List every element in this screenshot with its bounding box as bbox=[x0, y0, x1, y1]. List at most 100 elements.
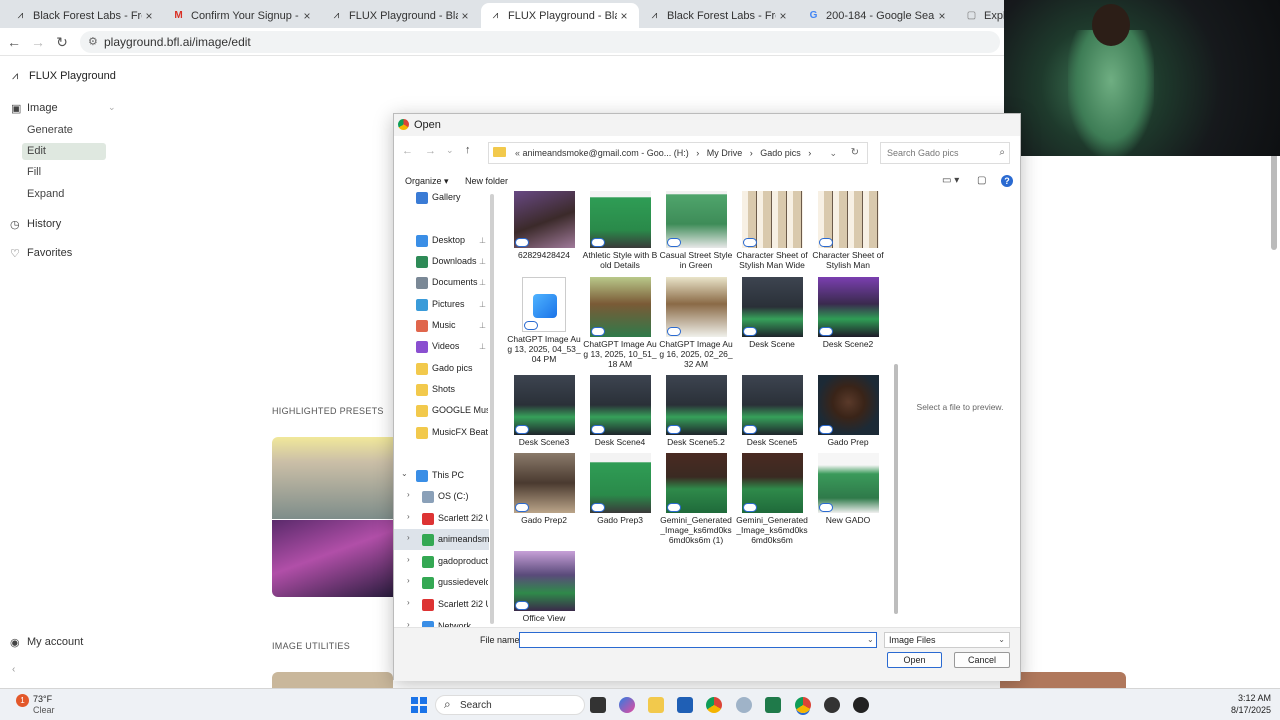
nav-item-shots[interactable]: Shots bbox=[416, 379, 488, 400]
nav-tree-item-gussiedevelop[interactable]: gussiedevelop bbox=[422, 572, 488, 593]
address-bar[interactable]: ⚙ playground.bfl.ai/image/edit bbox=[80, 31, 1000, 53]
forward-icon[interactable]: → bbox=[425, 145, 436, 157]
chrome-active-icon[interactable] bbox=[795, 697, 811, 713]
nav-pane-scrollbar[interactable] bbox=[490, 194, 494, 624]
file-name-input[interactable] bbox=[519, 632, 877, 648]
file-item[interactable]: Gado Prep3 bbox=[582, 453, 658, 525]
file-item[interactable]: Desk Scene bbox=[734, 277, 810, 349]
file-item[interactable]: Desk Scene5.2 bbox=[658, 375, 734, 447]
store-icon[interactable] bbox=[677, 697, 693, 713]
breadcrumb-gado-pics[interactable]: Gado pics bbox=[760, 148, 801, 158]
nav-item-google-music[interactable]: GOOGLE Music bbox=[416, 400, 488, 421]
close-tab-icon[interactable]: × bbox=[617, 9, 631, 23]
chevron-right-icon[interactable]: › bbox=[407, 490, 410, 499]
file-item[interactable]: Desk Scene5 bbox=[734, 375, 810, 447]
file-item[interactable]: ChatGPT Image Aug 13, 2025, 04_53_04 PM bbox=[506, 277, 582, 364]
chevron-down-icon[interactable]: ⌄ bbox=[867, 635, 874, 644]
sheets-icon[interactable] bbox=[765, 697, 781, 713]
nav-item-gado-pics[interactable]: Gado pics bbox=[416, 358, 488, 379]
chrome-icon[interactable] bbox=[706, 697, 722, 713]
task-view-icon[interactable] bbox=[590, 697, 606, 713]
file-explorer-icon[interactable] bbox=[648, 697, 664, 713]
browser-tab[interactable]: G 200-184 - Google Search× bbox=[799, 3, 957, 28]
chevron-right-icon[interactable]: › bbox=[407, 533, 410, 542]
cancel-button[interactable]: Cancel bbox=[954, 652, 1010, 668]
close-tab-icon[interactable]: × bbox=[458, 9, 472, 23]
back-icon[interactable]: ← bbox=[4, 32, 24, 52]
nav-tree-item-this-pc[interactable]: This PC bbox=[416, 465, 488, 486]
clock-time[interactable]: 3:12 AM bbox=[1225, 693, 1271, 703]
back-icon[interactable]: ← bbox=[402, 145, 413, 157]
breadcrumb-my-drive[interactable]: My Drive bbox=[707, 148, 743, 158]
file-item[interactable]: 62829428424 bbox=[506, 191, 582, 260]
close-tab-icon[interactable]: × bbox=[142, 9, 156, 23]
preview-pane-icon[interactable]: ▢ bbox=[977, 175, 986, 186]
image-section-label[interactable]: Image bbox=[27, 102, 58, 114]
nav-item-downloads[interactable]: Downloads ⊥ bbox=[416, 251, 488, 272]
new-folder-button[interactable]: New folder bbox=[465, 176, 508, 186]
chevron-right-icon[interactable]: › bbox=[407, 598, 410, 607]
sidebar-item-fill[interactable]: Fill bbox=[22, 164, 106, 181]
nav-tree-item-os-c-[interactable]: OS (C:) bbox=[422, 486, 488, 507]
file-item[interactable]: Casual Street Style in Green bbox=[658, 191, 734, 270]
file-item[interactable]: ChatGPT Image Aug 16, 2025, 02_26_32 AM bbox=[658, 277, 734, 369]
file-item[interactable]: Desk Scene4 bbox=[582, 375, 658, 447]
app-icon[interactable] bbox=[824, 697, 840, 713]
media-icon[interactable] bbox=[853, 697, 869, 713]
file-item[interactable]: Character Sheet of Stylish Man Wide bbox=[734, 191, 810, 270]
close-tab-icon[interactable]: × bbox=[935, 9, 949, 23]
utility-card[interactable] bbox=[272, 672, 393, 688]
refresh-icon[interactable]: ↻ bbox=[851, 143, 859, 163]
chevron-down-icon[interactable]: ⌄ bbox=[829, 143, 837, 163]
my-account-link[interactable]: My account bbox=[27, 636, 83, 648]
nav-item-documents[interactable]: Documents ⊥ bbox=[416, 272, 488, 293]
file-item[interactable]: Gemini_Generated_Image_ks6md0ks6md0ks6m … bbox=[658, 453, 734, 545]
chevron-down-icon[interactable]: ⌄ bbox=[108, 102, 116, 113]
chevron-down-icon[interactable]: ⌄ bbox=[401, 469, 408, 478]
sidebar-item-edit[interactable]: Edit bbox=[22, 143, 106, 160]
weather-temp[interactable]: 73°F bbox=[33, 694, 52, 704]
file-item[interactable]: Gemini_Generated_Image_ks6md0ks6md0ks6m bbox=[734, 453, 810, 545]
organize-button[interactable]: Organize ▾ bbox=[405, 176, 449, 187]
forward-icon[interactable]: → bbox=[28, 32, 48, 52]
browser-tab[interactable]: M Confirm Your Signup - anspubl× bbox=[164, 3, 322, 28]
sidebar-item-expand[interactable]: Expand bbox=[22, 186, 106, 203]
app-icon[interactable] bbox=[736, 697, 752, 713]
chevron-right-icon[interactable]: › bbox=[407, 620, 410, 627]
file-item[interactable]: Gado Prep bbox=[810, 375, 886, 447]
file-item[interactable]: Desk Scene2 bbox=[810, 277, 886, 349]
breadcrumb-drive[interactable]: animeandsmoke@gmail.com - Goo... (H:) bbox=[523, 148, 689, 158]
nav-item-musicfx-beat-4[interactable]: MusicFX Beat 4 bbox=[416, 422, 488, 443]
close-tab-icon[interactable]: × bbox=[776, 9, 790, 23]
file-list-scrollbar[interactable] bbox=[894, 364, 898, 614]
reload-icon[interactable]: ↻ bbox=[52, 32, 72, 52]
file-item[interactable]: Athletic Style with Bold Details bbox=[582, 191, 658, 270]
windows-start-icon[interactable] bbox=[411, 697, 427, 713]
file-item[interactable]: New GADO bbox=[810, 453, 886, 525]
site-info-icon[interactable]: ⚙ bbox=[88, 31, 98, 53]
taskbar-search[interactable]: ⌕ Search bbox=[435, 695, 585, 715]
file-type-select[interactable]: Image Files ⌄ bbox=[884, 632, 1010, 648]
sidebar-item-generate[interactable]: Generate bbox=[22, 122, 106, 139]
browser-tab[interactable]: ⩘ FLUX Playground - Black Forest× bbox=[481, 3, 639, 28]
file-item[interactable]: Desk Scene3 bbox=[506, 375, 582, 447]
up-folder-icon[interactable]: ↑ bbox=[465, 144, 471, 156]
search-input[interactable]: Search Gado pics ⌕ bbox=[880, 142, 1010, 164]
preset-card-animals[interactable] bbox=[272, 437, 393, 519]
nav-item-pictures[interactable]: Pictures ⊥ bbox=[416, 294, 488, 315]
nav-item-desktop[interactable]: Desktop ⊥ bbox=[416, 230, 488, 251]
nav-item-videos[interactable]: Videos ⊥ bbox=[416, 336, 488, 357]
view-options-icon[interactable]: ▭ ▾ bbox=[942, 175, 959, 186]
chevron-right-icon[interactable]: › bbox=[407, 555, 410, 564]
file-item[interactable]: Gado Prep2 bbox=[506, 453, 582, 525]
nav-tree-item-scarlett-2i2-usb[interactable]: Scarlett 2i2 USB bbox=[422, 508, 488, 529]
file-item[interactable]: ChatGPT Image Aug 13, 2025, 10_51_18 AM bbox=[582, 277, 658, 369]
open-button[interactable]: Open bbox=[887, 652, 942, 668]
chevron-right-icon[interactable]: › bbox=[407, 512, 410, 521]
sidebar-item-favorites[interactable]: Favorites bbox=[27, 247, 72, 259]
folder-path-bar[interactable]: « animeandsmoke@gmail.com - Goo... (H:) … bbox=[488, 142, 868, 164]
file-item[interactable]: Office View bbox=[506, 551, 582, 623]
close-tab-icon[interactable]: × bbox=[300, 9, 314, 23]
copilot-icon[interactable] bbox=[619, 697, 635, 713]
nav-item-gallery[interactable]: Gallery bbox=[416, 191, 488, 208]
